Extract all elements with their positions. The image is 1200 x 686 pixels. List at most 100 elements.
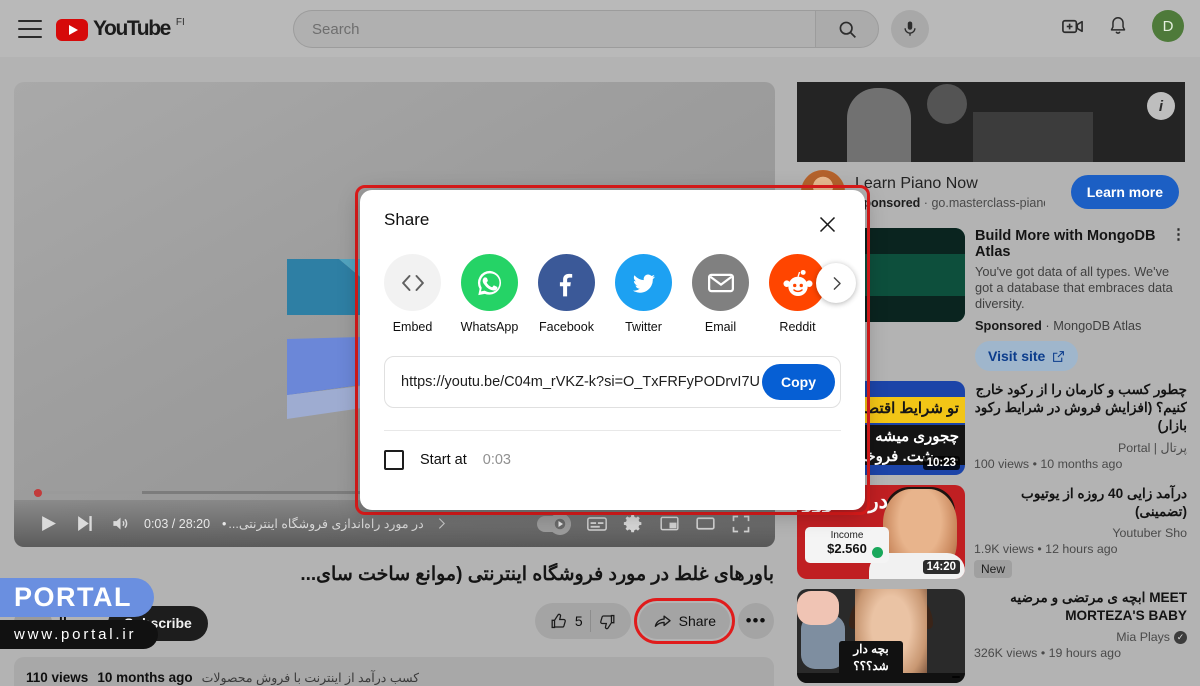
ad-title[interactable]: Learn Piano Now xyxy=(855,175,1045,193)
youtube-country-code: FI xyxy=(176,17,185,28)
verified-badge-icon: ✓ xyxy=(1174,631,1187,644)
share-dialog: Share Embed xyxy=(360,190,865,510)
action-divider xyxy=(590,610,591,632)
search-button[interactable] xyxy=(815,10,879,48)
voice-search-button[interactable] xyxy=(891,10,929,48)
play-icon[interactable] xyxy=(30,506,66,542)
share-target-whatsapp[interactable]: WhatsApp xyxy=(461,254,518,334)
share-target-twitter[interactable]: Twitter xyxy=(615,254,672,334)
external-link-icon xyxy=(1052,350,1065,363)
thumb-check-badge xyxy=(872,547,883,558)
next-video-icon[interactable] xyxy=(66,506,102,542)
sponsored-card-title[interactable]: Build More with MongoDB Atlas xyxy=(975,228,1165,260)
share-url-text[interactable]: https://youtu.be/C04m_rVKZ-k?si=O_TxFRFy… xyxy=(401,374,762,390)
visit-site-button[interactable]: Visit site xyxy=(975,341,1078,371)
view-count: 110 views xyxy=(26,670,88,685)
video-duration: 14:20 xyxy=(923,560,960,574)
close-icon[interactable] xyxy=(813,210,841,238)
video-channel[interactable]: Mia Plays ✓ xyxy=(974,630,1187,644)
search-area xyxy=(293,10,929,48)
youtube-logo[interactable]: YouTube FI xyxy=(56,16,185,42)
video-views: 100 views xyxy=(974,457,1029,471)
chapter-title[interactable]: در مورد راه‌اندازی فروشگاه اینترنتی... xyxy=(228,516,423,531)
new-badge: New xyxy=(974,560,1012,578)
sponsored-card-meta: Build More with MongoDB Atlas ⋮ You've g… xyxy=(975,228,1187,371)
bell-icon[interactable] xyxy=(1106,14,1130,38)
share-target-embed[interactable]: Embed xyxy=(384,254,441,334)
avatar[interactable]: D xyxy=(1152,10,1184,42)
search-box[interactable] xyxy=(293,10,815,48)
video-stats: 326K views • 19 hours ago xyxy=(974,646,1187,660)
video-dot: • xyxy=(1037,542,1041,556)
ad-advertiser: go.masterclass-piano.c xyxy=(931,196,1045,210)
video-views: 1.9K views xyxy=(974,542,1034,556)
progress-scrubber[interactable] xyxy=(34,489,42,497)
thumb-income-card: Income $2.560 xyxy=(805,527,889,563)
copy-button[interactable]: Copy xyxy=(762,364,835,400)
whatsapp-icon xyxy=(461,254,518,311)
search-input[interactable] xyxy=(312,21,815,38)
kebab-menu-icon[interactable]: ⋮ xyxy=(1171,228,1183,260)
start-at-time[interactable]: 0:03 xyxy=(483,452,511,468)
video-dot: • xyxy=(1033,457,1037,471)
time-display: 0:03 / 28:20 xyxy=(144,517,210,531)
time-separator: • xyxy=(222,517,226,531)
more-actions-button[interactable]: ••• xyxy=(738,603,774,639)
video-age: 12 hours ago xyxy=(1045,542,1117,556)
like-dislike-group: 5 xyxy=(535,603,631,639)
masthead: YouTube FI xyxy=(0,0,1200,57)
share-target-label: Embed xyxy=(393,320,433,334)
thumb-income-label: Income xyxy=(805,530,889,541)
start-at-checkbox[interactable] xyxy=(384,450,404,470)
microphone-icon xyxy=(901,20,919,38)
email-icon xyxy=(692,254,749,311)
list-item[interactable]: بچه دار شد؟؟؟ MEET ابچه ی مرتضی و مرضیه … xyxy=(797,589,1187,683)
sponsored-dot: · xyxy=(1045,318,1049,333)
ad-banner-image[interactable]: i xyxy=(797,82,1185,162)
masthead-buttons: D xyxy=(1060,10,1184,42)
video-age: 10 months ago xyxy=(1040,457,1122,471)
video-title[interactable]: MEET ابچه ی مرتضی و مرضیه MORTEZA'S BABY xyxy=(974,589,1187,625)
watermark-brand: PORTAL xyxy=(0,578,154,617)
youtube-play-icon xyxy=(56,19,88,41)
progress-buffer xyxy=(34,491,142,494)
share-target-label: WhatsApp xyxy=(461,320,519,334)
info-icon[interactable]: i xyxy=(1147,92,1175,120)
video-dot: • xyxy=(1041,646,1045,660)
create-video-icon[interactable] xyxy=(1060,14,1084,38)
share-button[interactable]: Share xyxy=(639,603,730,639)
description-snippet: کسب درآمد از اینترنت با فروش محصولات xyxy=(202,670,420,685)
volume-icon[interactable] xyxy=(102,506,138,542)
share-divider xyxy=(384,430,841,431)
description-bar[interactable]: 110 views 10 months ago کسب درآمد از این… xyxy=(14,657,774,686)
ad-cta-button[interactable]: Learn more xyxy=(1071,175,1179,209)
search-icon xyxy=(837,19,858,40)
video-channel[interactable]: Portal | پرتال xyxy=(974,440,1187,455)
thumbs-up-icon xyxy=(549,612,568,631)
chevron-right-icon[interactable] xyxy=(816,263,856,303)
video-age: 19 hours ago xyxy=(1049,646,1121,660)
share-target-email[interactable]: Email xyxy=(692,254,749,334)
like-button[interactable]: 5 xyxy=(549,612,583,631)
share-dialog-title: Share xyxy=(384,210,429,230)
thumbs-down-icon xyxy=(598,612,617,631)
thumb-text-2: چجوری میشه xyxy=(875,427,959,445)
video-title[interactable]: درآمد زایی 40 روزه از یوتیوب (تضمینی) xyxy=(974,485,1187,521)
video-thumbnail[interactable]: بچه دار شد؟؟؟ xyxy=(797,589,965,683)
start-at-label: Start at xyxy=(420,452,467,468)
dislike-button[interactable] xyxy=(598,612,617,631)
share-target-reddit[interactable]: Reddit xyxy=(769,254,826,334)
video-stats: 100 views • 10 months ago xyxy=(974,457,1187,471)
video-actions: 5 Share ••• xyxy=(535,603,774,639)
share-button-label: Share xyxy=(679,613,716,629)
autoplay-knob xyxy=(549,513,571,535)
video-channel[interactable]: Youtuber Sho xyxy=(974,526,1187,540)
video-duration: 10:23 xyxy=(923,456,960,470)
share-target-facebook[interactable]: Facebook xyxy=(538,254,595,334)
sponsored-card-byline: Sponsored · MongoDB Atlas xyxy=(975,318,1183,333)
sponsored-label: Sponsored xyxy=(975,318,1042,333)
hamburger-icon[interactable] xyxy=(18,20,42,38)
video-title[interactable]: چطور کسب و کارمان را از رکود خارج کنیم؟ … xyxy=(974,381,1187,435)
video-meta: درآمد زایی 40 روزه از یوتیوب (تضمینی) Yo… xyxy=(974,485,1187,579)
autoplay-toggle[interactable] xyxy=(537,516,571,532)
